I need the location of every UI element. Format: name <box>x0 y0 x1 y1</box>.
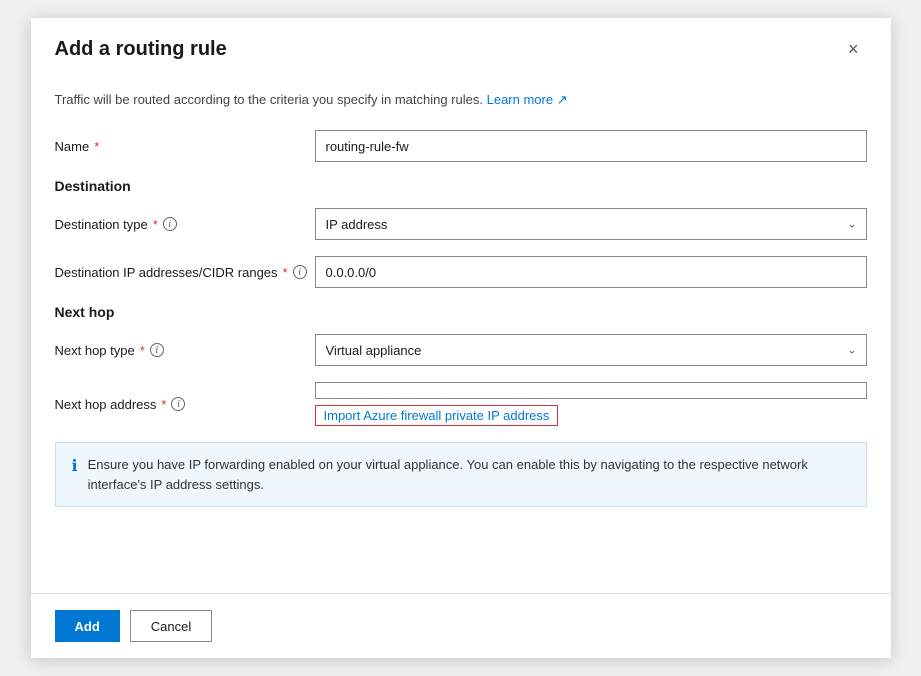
destination-type-select[interactable]: IP address Service Tag <box>315 208 867 240</box>
nexthop-type-row: Next hop type * i Virtual appliance Inte… <box>55 334 867 366</box>
destination-ip-info-icon: i <box>293 265 307 279</box>
nexthop-type-label: Next hop type * i <box>55 343 315 358</box>
destination-type-label: Destination type * i <box>55 217 315 232</box>
name-required-star: * <box>94 139 99 154</box>
nexthop-type-required-star: * <box>140 343 145 358</box>
destination-type-row: Destination type * i IP address Service … <box>55 208 867 240</box>
nexthop-address-input[interactable] <box>315 382 867 399</box>
nexthop-address-row: Next hop address * i Import Azure firewa… <box>55 382 867 426</box>
import-azure-firewall-link[interactable]: Import Azure firewall private IP address <box>315 405 559 426</box>
nexthop-type-select[interactable]: Virtual appliance Internet None VirtualN… <box>315 334 867 366</box>
nexthop-type-select-wrapper: Virtual appliance Internet None VirtualN… <box>315 334 867 366</box>
learn-more-link[interactable]: Learn more ↗ <box>487 92 568 107</box>
destination-ip-input[interactable] <box>315 256 867 288</box>
close-button[interactable]: × <box>840 36 867 62</box>
name-label: Name * <box>55 139 315 154</box>
dialog-body: Traffic will be routed according to the … <box>31 72 891 593</box>
destination-type-select-wrapper: IP address Service Tag ⌄ <box>315 208 867 240</box>
name-input[interactable] <box>315 130 867 162</box>
nexthop-address-info-icon: i <box>171 397 185 411</box>
info-box: ℹ Ensure you have IP forwarding enabled … <box>55 442 867 507</box>
cancel-button[interactable]: Cancel <box>130 610 212 642</box>
dest-type-required-star: * <box>153 217 158 232</box>
nexthop-heading: Next hop <box>55 304 867 320</box>
add-button[interactable]: Add <box>55 610 120 642</box>
external-link-icon: ↗ <box>557 92 568 107</box>
nexthop-type-info-icon: i <box>150 343 164 357</box>
nexthop-address-required-star: * <box>161 397 166 412</box>
dest-ip-required-star: * <box>283 265 288 280</box>
destination-ip-label: Destination IP addresses/CIDR ranges * i <box>55 265 315 280</box>
destination-type-info-icon: i <box>163 217 177 231</box>
info-text: Traffic will be routed according to the … <box>55 92 867 108</box>
destination-heading: Destination <box>55 178 867 194</box>
dialog-footer: Add Cancel <box>31 593 891 658</box>
info-box-text: Ensure you have IP forwarding enabled on… <box>88 455 850 494</box>
name-row: Name * <box>55 130 867 162</box>
nexthop-address-col: Import Azure firewall private IP address <box>315 382 867 426</box>
routing-rule-dialog: Add a routing rule × Traffic will be rou… <box>31 18 891 658</box>
destination-ip-row: Destination IP addresses/CIDR ranges * i <box>55 256 867 288</box>
info-box-icon: ℹ <box>72 456 78 476</box>
dialog-header: Add a routing rule × <box>31 18 891 72</box>
dialog-title: Add a routing rule <box>55 38 227 61</box>
nexthop-address-label: Next hop address * i <box>55 397 315 412</box>
